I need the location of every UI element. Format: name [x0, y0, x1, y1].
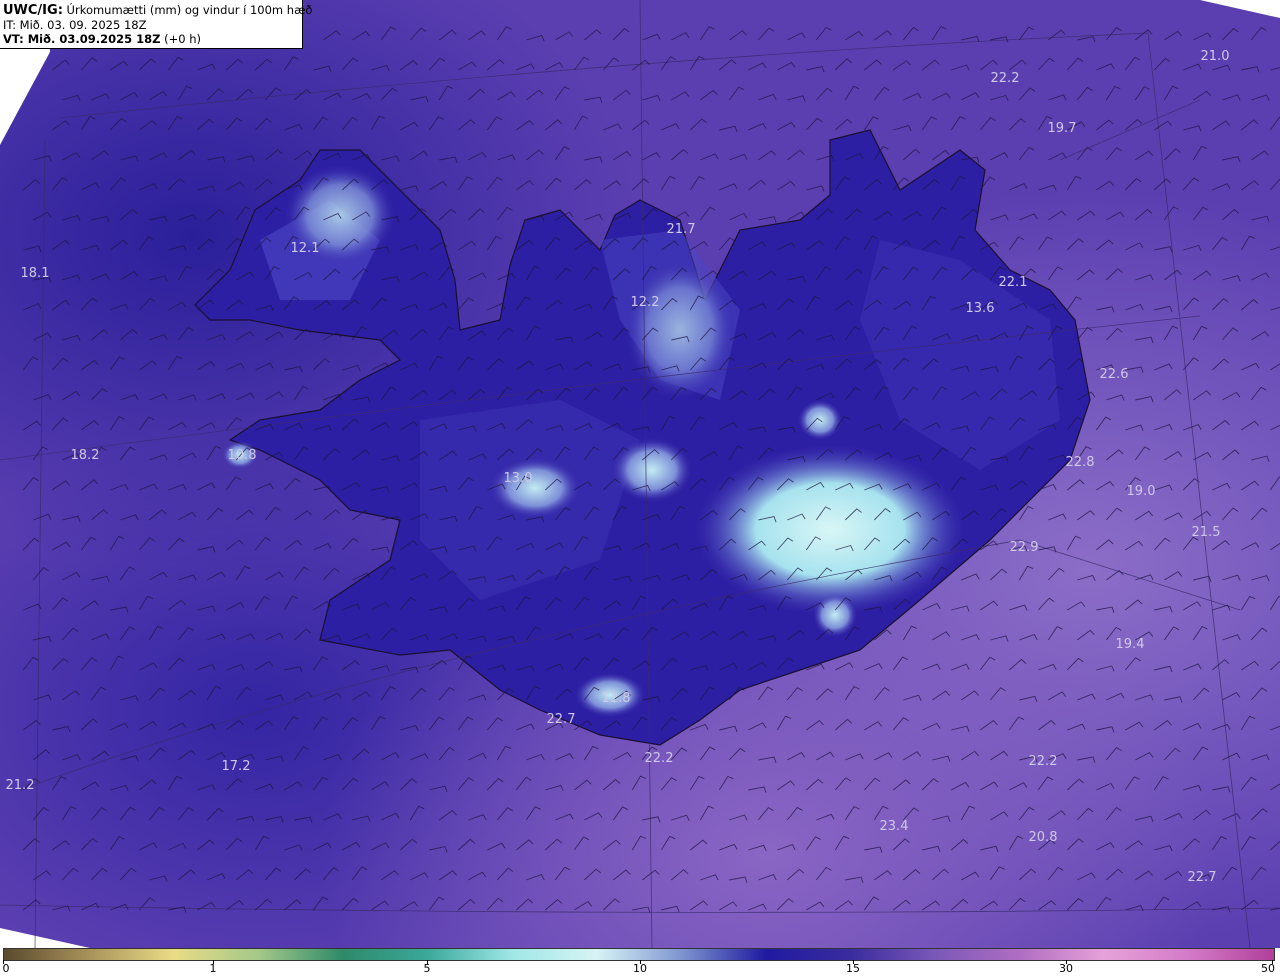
- value-label-south-sea-3: 20.8: [1029, 830, 1058, 845]
- value-label-east-fjords-north: 22.1: [999, 275, 1028, 290]
- value-label-central-west: 13.0: [504, 471, 533, 486]
- value-label-east-sea-3: 21.5: [1192, 525, 1221, 540]
- map-title-line: UWC/IG: Úrkomumætti (mm) og vindur í 100…: [3, 3, 312, 18]
- value-label-east-sea-2: 19.0: [1127, 484, 1156, 499]
- value-label-north-highlands: 12.2: [631, 295, 660, 310]
- glacier-precip-area: [695, 445, 965, 615]
- value-label-south-coast: 22.7: [547, 712, 576, 727]
- value-label-northeast-sea: 19.7: [1048, 121, 1077, 136]
- value-label-south-glacier: 11.8: [602, 691, 631, 706]
- value-label-west-sea-mid: 18.2: [71, 448, 100, 463]
- map-title: Úrkomumætti (mm) og vindur í 100m hæð: [66, 3, 313, 17]
- valid-time: VT: Mið. 03.09.2025 18Z: [3, 32, 161, 46]
- value-label-south-sea-2: 23.4: [880, 819, 909, 834]
- valid-time-line: VT: Mið. 03.09.2025 18Z (+0 h): [3, 32, 302, 46]
- colorbar-tick-label: 30: [1059, 962, 1073, 975]
- value-label-southwest-sea: 17.2: [222, 759, 251, 774]
- model-label: UWC/IG:: [3, 3, 63, 18]
- colorbar-tick-label: 0: [2, 962, 10, 975]
- colorbar-strip: [3, 948, 1275, 961]
- forecast-map[interactable]: 22.2 21.0 19.7 12.1 18.1 21.7 12.2 22.1 13.6 22.6…: [0, 0, 1280, 948]
- colorbar-tick-label: 10: [633, 962, 647, 975]
- colorbar-tick-label: 5: [423, 962, 431, 975]
- value-label-east-sea: 22.8: [1066, 455, 1095, 470]
- initial-time: IT: Mið. 03. 09. 2025 18Z: [3, 18, 147, 32]
- colorbar: 0 1 5 10 15 30 50: [0, 948, 1280, 978]
- value-label-north-peninsula: 21.7: [667, 222, 696, 237]
- map-info-box: UWC/IG: Úrkomumætti (mm) og vindur í 100…: [0, 0, 312, 49]
- colorbar-tick-label: 1: [209, 962, 217, 975]
- valid-offset: (+0 h): [164, 32, 202, 46]
- value-label-southwest-corner: 21.2: [6, 778, 35, 793]
- value-label-south-sea: 22.2: [645, 751, 674, 766]
- value-label-southeast-sea-2: 22.2: [1029, 754, 1058, 769]
- value-label-east-coast: 22.6: [1100, 367, 1129, 382]
- value-label-west-sea: 18.1: [21, 266, 50, 281]
- value-label-southeast-coast: 22.9: [1010, 540, 1039, 555]
- colorbar-tick-label: 15: [846, 962, 860, 975]
- value-label-westfjords: 12.1: [291, 241, 320, 256]
- colorbar-tick-label: 50: [1261, 962, 1275, 975]
- value-label-east-north-sea: 22.2: [991, 71, 1020, 86]
- value-label-southeast-sea: 19.4: [1116, 637, 1145, 652]
- value-label-southeast-corner: 22.7: [1188, 870, 1217, 885]
- value-label-northeast-corner: 21.0: [1201, 49, 1230, 64]
- value-label-east-highlands: 13.6: [966, 301, 995, 316]
- value-label-snaefellsnes: 10.8: [228, 448, 257, 463]
